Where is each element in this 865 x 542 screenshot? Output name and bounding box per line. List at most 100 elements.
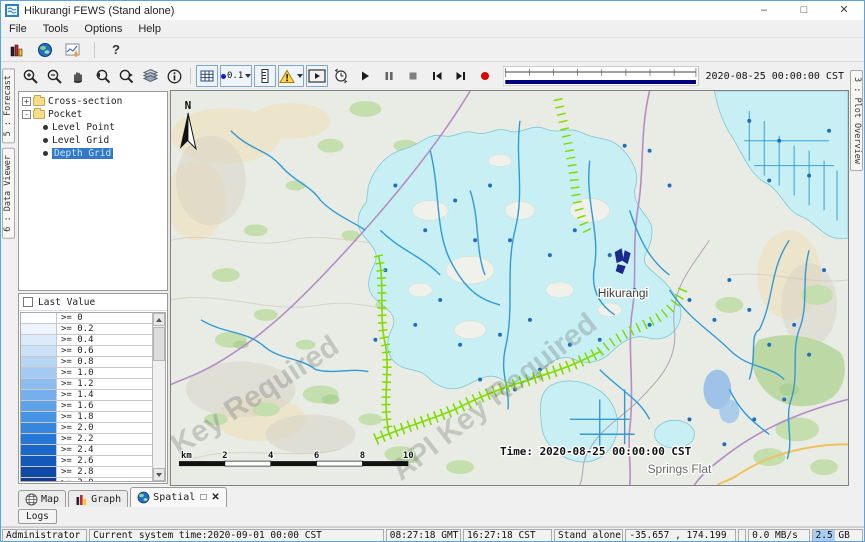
tab-graph[interactable]: Graph bbox=[68, 490, 128, 507]
tab-label: Map bbox=[41, 494, 59, 505]
legend-row[interactable]: >= 0.2 bbox=[21, 324, 152, 335]
tree-item-pocket[interactable]: - Pocket bbox=[22, 108, 167, 120]
info-icon[interactable] bbox=[163, 65, 185, 87]
svg-text:2: 2 bbox=[222, 451, 227, 461]
layer-tree[interactable]: + Cross-section - Pocket Level Point bbox=[18, 91, 168, 291]
scroll-down-icon[interactable] bbox=[153, 468, 165, 481]
scroll-thumb[interactable] bbox=[153, 327, 165, 361]
legend-row[interactable]: >= 0.6 bbox=[21, 346, 152, 357]
legend-swatch bbox=[21, 357, 57, 367]
legend-row[interactable]: >= 1.8 bbox=[21, 412, 152, 423]
legend-table-rows[interactable]: >= 0>= 0.2>= 0.4>= 0.6>= 0.8>= 1.0>= 1.2… bbox=[21, 313, 152, 481]
timeseries-display-button[interactable] bbox=[63, 40, 83, 60]
help-button[interactable]: ? bbox=[106, 40, 126, 60]
window-title: Hikurangi FEWS (Stand alone) bbox=[24, 5, 174, 17]
play-button[interactable] bbox=[354, 65, 376, 87]
database-display-button[interactable] bbox=[7, 40, 27, 60]
maximize-button[interactable]: □ bbox=[784, 1, 824, 20]
menu-tools[interactable]: Tools bbox=[43, 23, 69, 35]
threshold-warning-dropdown[interactable] bbox=[278, 65, 304, 87]
legend-row[interactable]: >= 0.8 bbox=[21, 357, 152, 368]
map-display-button[interactable] bbox=[35, 40, 55, 60]
legend-row[interactable]: >= 2.6 bbox=[21, 456, 152, 467]
legend-label: >= 1.8 bbox=[57, 412, 94, 422]
tree-item-cross-section[interactable]: + Cross-section bbox=[22, 95, 167, 107]
pause-button[interactable] bbox=[378, 65, 400, 87]
spatial-toolbar: 0.1 bbox=[16, 62, 849, 90]
zoom-previous-icon[interactable] bbox=[91, 65, 113, 87]
menu-file[interactable]: File bbox=[9, 23, 27, 35]
last-value-checkbox[interactable] bbox=[23, 297, 33, 307]
svg-text:10: 10 bbox=[403, 451, 414, 461]
stop-button[interactable] bbox=[402, 65, 424, 87]
legend-row[interactable]: >= 1.0 bbox=[21, 368, 152, 379]
legend-row[interactable]: >= 2.0 bbox=[21, 423, 152, 434]
map-label-springs-flat: Springs Flat bbox=[648, 462, 712, 476]
wireframe-globe-icon bbox=[25, 493, 38, 506]
step-back-button[interactable] bbox=[426, 65, 448, 87]
scroll-up-icon[interactable] bbox=[153, 313, 165, 326]
tab-data-viewer[interactable]: 6 : Data Viewer bbox=[2, 148, 15, 239]
menu-help[interactable]: Help bbox=[138, 23, 161, 35]
tab-label: Spatial bbox=[153, 492, 195, 503]
tab-map[interactable]: Map bbox=[18, 490, 66, 507]
tab-spatial[interactable]: Spatial □ ✕ bbox=[130, 487, 227, 507]
tree-item-level-grid[interactable]: Level Grid bbox=[43, 134, 167, 146]
timeline-slider[interactable] bbox=[503, 66, 698, 86]
status-system-time: Current system time:2020-09-01 00:00 CST bbox=[89, 529, 384, 542]
main-area: 5 : Forecast 6 : Data Viewer bbox=[1, 62, 864, 486]
record-button[interactable] bbox=[474, 65, 496, 87]
legend-label: >= 0.2 bbox=[57, 324, 94, 334]
legend-row[interactable]: >= 1.4 bbox=[21, 390, 152, 401]
tab-label: Graph bbox=[91, 494, 121, 505]
tree-item-depth-grid[interactable]: Depth Grid bbox=[43, 147, 167, 159]
bullet-icon bbox=[43, 151, 48, 156]
left-tab-strip: 5 : Forecast 6 : Data Viewer bbox=[1, 62, 16, 486]
logs-tab[interactable]: Logs bbox=[18, 509, 57, 524]
zoom-out-icon[interactable] bbox=[43, 65, 65, 87]
svg-text:km: km bbox=[181, 451, 192, 461]
bar-chart-icon bbox=[75, 493, 88, 506]
zoom-in-icon[interactable] bbox=[19, 65, 41, 87]
legend-row[interactable]: >= 2.2 bbox=[21, 434, 152, 445]
classbreak-interval-dropdown[interactable]: 0.1 bbox=[220, 65, 252, 87]
legend-swatch bbox=[21, 335, 57, 345]
logs-row: Logs bbox=[1, 507, 864, 527]
pan-hand-icon[interactable] bbox=[67, 65, 89, 87]
grid-display-button[interactable] bbox=[196, 65, 218, 87]
animation-movie-button[interactable] bbox=[306, 65, 328, 87]
legend-row[interactable]: >= 3.0 bbox=[21, 478, 152, 481]
legend-row[interactable]: >= 1.2 bbox=[21, 379, 152, 390]
legend-label: >= 1.2 bbox=[57, 379, 94, 389]
time-navigator-icon[interactable] bbox=[330, 65, 352, 87]
legend-row[interactable]: >= 2.4 bbox=[21, 445, 152, 456]
close-button[interactable]: ✕ bbox=[824, 1, 864, 20]
tab-close-icon[interactable]: ✕ bbox=[211, 492, 219, 503]
scale-ruler-button[interactable] bbox=[254, 65, 276, 87]
map-view[interactable]: API Key Required API Key Required Hikura… bbox=[170, 90, 849, 486]
tree-item-level-point[interactable]: Level Point bbox=[43, 121, 167, 133]
step-forward-button[interactable] bbox=[450, 65, 472, 87]
tree-item-label: Cross-section bbox=[48, 96, 122, 107]
legend-row[interactable]: >= 0 bbox=[21, 313, 152, 324]
legend-scrollbar[interactable] bbox=[152, 313, 165, 481]
menu-options[interactable]: Options bbox=[84, 23, 122, 35]
legend-row[interactable]: >= 2.8 bbox=[21, 467, 152, 478]
tab-plot-overview[interactable]: 3 : Plot Overview bbox=[850, 70, 863, 171]
legend-swatch bbox=[21, 445, 57, 455]
layers-icon[interactable] bbox=[139, 65, 161, 87]
legend-swatch bbox=[21, 368, 57, 378]
collapse-icon[interactable]: - bbox=[22, 110, 31, 119]
legend-swatch bbox=[21, 423, 57, 433]
tab-maximize-icon[interactable]: □ bbox=[200, 492, 206, 503]
tab-forecast[interactable]: 5 : Forecast bbox=[2, 68, 15, 143]
legend-row[interactable]: >= 1.6 bbox=[21, 401, 152, 412]
legend-label: >= 0.6 bbox=[57, 346, 94, 356]
legend-swatch bbox=[21, 478, 57, 481]
bullet-icon bbox=[43, 125, 48, 130]
zoom-next-icon[interactable] bbox=[115, 65, 137, 87]
status-warning-cell[interactable] bbox=[738, 529, 746, 542]
legend-row[interactable]: >= 0.4 bbox=[21, 335, 152, 346]
expand-icon[interactable]: + bbox=[22, 97, 31, 106]
minimize-button[interactable]: – bbox=[744, 1, 784, 20]
